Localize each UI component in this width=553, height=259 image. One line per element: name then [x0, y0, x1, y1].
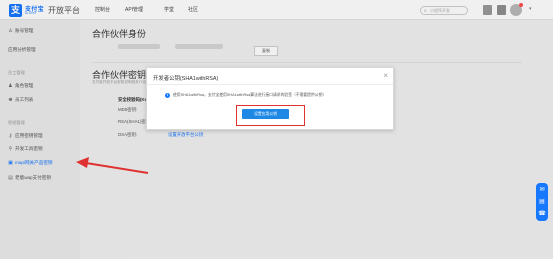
annotation-arrow: [76, 157, 149, 174]
chat-icon[interactable]: ✉: [538, 186, 546, 194]
floating-help-toolbar: ✉ ▤ ☎: [536, 183, 548, 221]
feedback-icon[interactable]: ☎: [538, 210, 546, 218]
document-icon[interactable]: ▤: [538, 198, 546, 206]
